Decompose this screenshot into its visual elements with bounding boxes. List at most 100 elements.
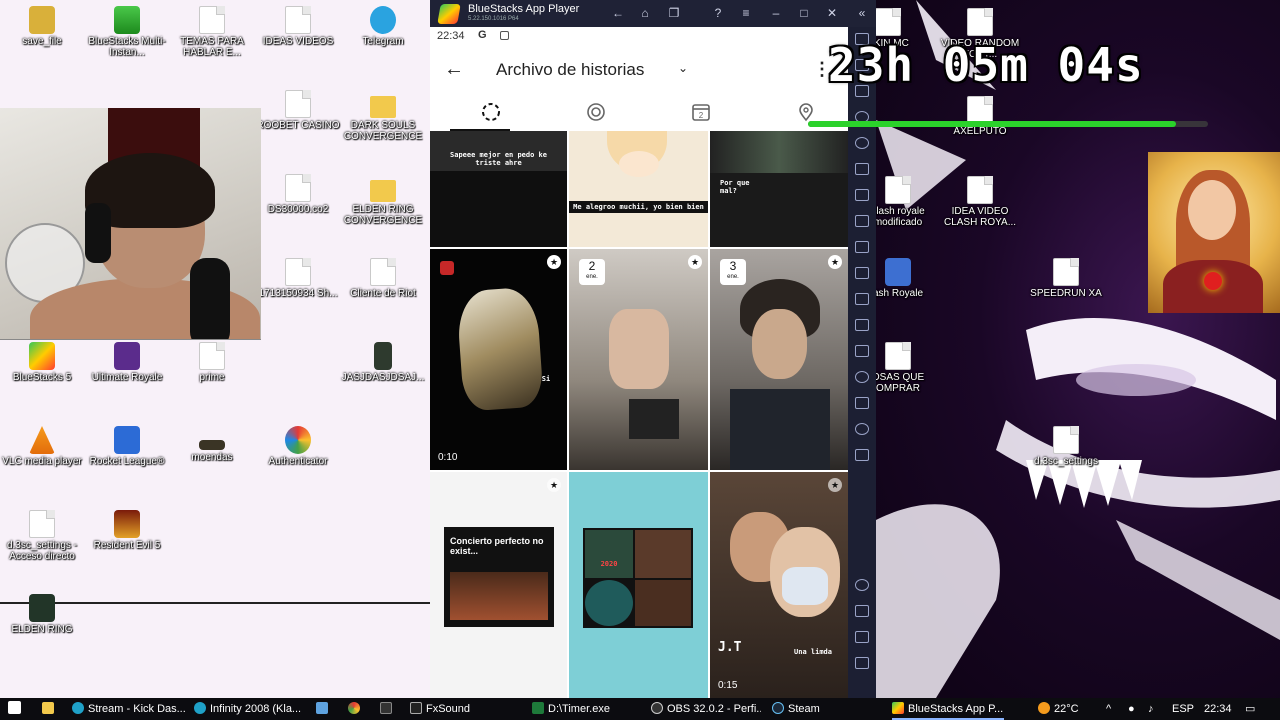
story-thumbnail[interactable]: 2 ene. ★ [569, 249, 708, 470]
taskbar-pinned-chrome[interactable] [348, 698, 364, 720]
tab-stories-archive[interactable] [440, 93, 520, 131]
portrait-face [1188, 180, 1236, 240]
star-icon[interactable]: ★ [547, 255, 561, 269]
chevron-down-icon[interactable]: ⌄ [678, 61, 688, 75]
home-nav-icon[interactable] [855, 631, 869, 643]
location-icon[interactable] [855, 371, 869, 383]
desktop-icon-elden-ring[interactable]: ELDEN RING [0, 594, 84, 635]
desktop-icon-telegram[interactable]: Telegram [341, 6, 425, 47]
star-icon[interactable]: ★ [688, 255, 702, 269]
desktop-icon-idea-clash[interactable]: IDEA VIDEO CLASH ROYA... [938, 176, 1022, 228]
clash-royale-icon [885, 258, 911, 286]
taskbar-item-infinity[interactable]: Infinity 2008 (Kla... [194, 698, 304, 720]
taskbar-item-label: Steam [788, 703, 820, 715]
story-thumbnail[interactable]: Sapeee mejor en pedo ke triste ahre [430, 131, 567, 247]
menu-icon[interactable]: ≡ [738, 5, 754, 21]
file-explorer-button[interactable] [42, 698, 58, 720]
weather-widget[interactable]: 22°C [1038, 698, 1098, 720]
back-icon[interactable]: ← [610, 5, 626, 21]
desktop-icon-clash-mod[interactable]: clash royale modificado [876, 176, 940, 228]
settings-gear-icon[interactable] [855, 579, 869, 591]
desktop-icon-bluestacks5[interactable]: BlueStacks 5 [0, 342, 84, 383]
page-title[interactable]: Archivo de historias [496, 60, 644, 80]
screenshot-icon[interactable] [855, 215, 869, 227]
taskbar-pinned-terminal[interactable] [380, 698, 396, 720]
desktop-icon-resident-evil[interactable]: Resident Evil 5 [85, 510, 169, 551]
desktop-icon-cosas-comprar[interactable]: OSAS QUE OMPRAR [876, 342, 940, 394]
desktop-icon-elden-convergence[interactable]: ELDEN RING CONVERGENCE [341, 174, 425, 226]
start-button[interactable] [8, 698, 25, 720]
help-icon[interactable]: ? [710, 5, 726, 21]
tab-highlights[interactable] [545, 93, 625, 131]
desktop-icon-axelputo[interactable]: AXELPUTO [938, 96, 1022, 137]
minimize-icon[interactable]: – [768, 5, 784, 21]
record-icon[interactable] [855, 241, 869, 253]
back-arrow-icon[interactable]: ← [444, 59, 464, 79]
layers-icon[interactable] [855, 397, 869, 409]
desktop-icon-authenticator[interactable]: Authenticator [256, 426, 340, 467]
story-thumbnail[interactable]: Concierto perfecto no exist... ★ [430, 472, 567, 698]
desktop-icon-ds30000[interactable]: DS30000.co2 [256, 174, 340, 215]
recent-apps-icon[interactable] [855, 657, 869, 669]
desktop-icon-rocket-league[interactable]: Rocket League® [85, 426, 169, 467]
taskbar-item-timer[interactable]: D:\Timer.exe [532, 698, 632, 720]
apk-icon[interactable] [855, 189, 869, 201]
desktop-icon-temas[interactable]: TEMAS PARA HABLAR E... [170, 6, 254, 58]
bluestacks-titlebar: BlueStacks App Player 5.22.150.1016 P64 … [430, 0, 876, 27]
refresh-icon[interactable] [855, 137, 869, 149]
speaker-tray-icon[interactable]: ♪ [1148, 698, 1162, 720]
desktop-icon-save-file[interactable]: save_file [0, 6, 84, 47]
copy-icon[interactable] [855, 319, 869, 331]
star-icon[interactable]: ★ [828, 478, 842, 492]
desktop-icon-riot[interactable]: Cliente de Riot [341, 258, 425, 299]
maximize-icon[interactable]: □ [796, 5, 812, 21]
airplane-icon[interactable] [855, 293, 869, 305]
language-indicator[interactable]: ESP [1172, 698, 1198, 720]
desktop-icon-ultimate-royale[interactable]: Ultimate Royale [85, 342, 169, 383]
story-thumbnail[interactable]: Si ★ 0:10 [430, 249, 567, 470]
desktop-icon-ideas-videos[interactable]: IDEAS VIDEOS [256, 6, 340, 47]
desktop-icon-1713[interactable]: 1713150934 Sh... [256, 258, 340, 299]
desktop-icon-roobet[interactable]: ROOBET CASINO [256, 90, 340, 131]
desktop-icon-clash-royale[interactable]: ash Royale [876, 258, 940, 299]
taskbar-item-stream[interactable]: Stream - Kick Das... [72, 698, 187, 720]
clock[interactable]: 22:34 [1204, 698, 1238, 720]
multi-window-icon[interactable]: ❐ [666, 5, 682, 21]
desktop-icon-d3sc-settings[interactable]: d.3sc_settings [1024, 426, 1108, 467]
taskbar-item-fxsound[interactable]: FxSound [410, 698, 510, 720]
media-folder-icon[interactable] [855, 267, 869, 279]
app-bar: ← Archivo de historias ⌄ ⋮ [430, 47, 848, 93]
desktop-icon-d3sc-shortcut[interactable]: d.3sc_settings - Acceso directo [0, 510, 84, 562]
story-thumbnail[interactable]: 2020 [569, 472, 708, 698]
story-thumbnail[interactable]: Por que mal? [710, 131, 848, 247]
star-icon[interactable]: ★ [547, 478, 561, 492]
performance-icon[interactable] [855, 163, 869, 175]
close-icon[interactable]: ✕ [824, 5, 840, 21]
story-thumbnail[interactable]: 3 ene. ★ [710, 249, 848, 470]
notifications-icon[interactable]: ▭ [1245, 698, 1259, 720]
taskbar-item-obs[interactable]: OBS 32.0.2 - Perfi... [651, 698, 761, 720]
story-thumbnail[interactable]: Me alegroo muchii, yo bien bien [569, 131, 708, 247]
tray-overflow-icon[interactable]: ^ [1106, 698, 1118, 720]
taskbar-item-bluestacks[interactable]: BlueStacks App P... [892, 698, 1004, 720]
home-icon[interactable]: ⌂ [637, 5, 653, 21]
back-nav-icon[interactable] [855, 605, 869, 617]
sidebar-toggle-icon[interactable] [855, 449, 869, 461]
taskbar-pinned-mail[interactable] [316, 698, 332, 720]
calendar-icon: 2 [692, 104, 710, 121]
eco-mode-icon[interactable] [855, 423, 869, 435]
desktop-icon-speedrun[interactable]: SPEEDRUN XA [1024, 258, 1108, 299]
tab-calendar[interactable]: 2 [650, 93, 730, 131]
eraser-icon[interactable] [855, 345, 869, 357]
star-icon[interactable]: ★ [828, 255, 842, 269]
desktop-icon-bluestacks-multi[interactable]: BlueStacks Multi-Instan... [85, 6, 169, 58]
collapse-sidebar-icon[interactable]: « [854, 5, 870, 21]
desktop-icon-prime[interactable]: prime [170, 342, 254, 383]
taskbar-item-steam[interactable]: Steam [772, 698, 842, 720]
desktop-icon-jasjd[interactable]: JASJDASJDSAJ... [341, 342, 425, 383]
desktop-icon-dark-souls[interactable]: DARK SOULS CONVERGENCE [341, 90, 425, 142]
desktop-icon-moendas[interactable]: moendas [170, 426, 254, 463]
desktop-icon-vlc[interactable]: VLC media player [0, 426, 84, 467]
microphone-tray-icon[interactable]: ● [1128, 698, 1140, 720]
story-thumbnail[interactable]: J.T Una limda ★ 0:15 [710, 472, 848, 698]
